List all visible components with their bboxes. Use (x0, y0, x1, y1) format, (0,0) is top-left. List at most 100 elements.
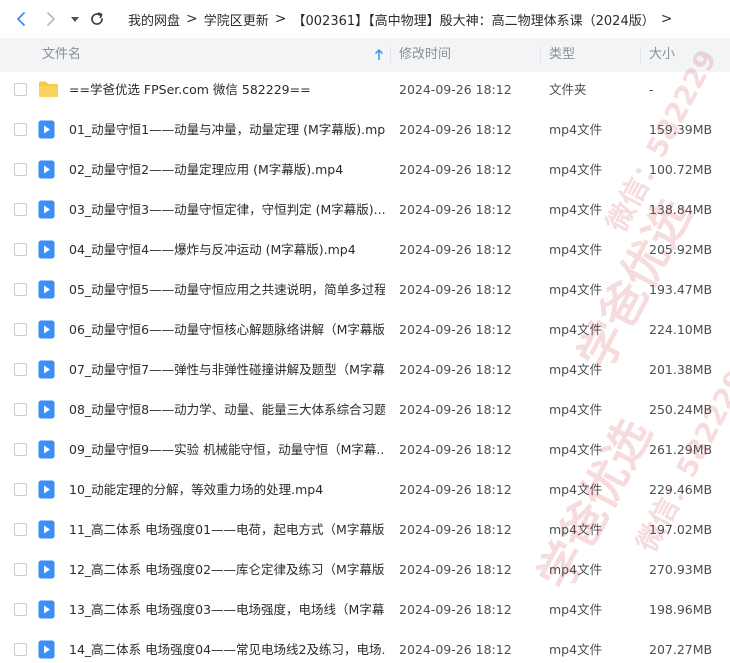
file-row[interactable]: 10_动能定理的分解，等效重力场的处理.mp4 2024-09-26 18:12 m… (0, 470, 730, 510)
file-size: 138.84MB (649, 202, 713, 217)
file-row[interactable]: 11_高二体系 电场强度01——电荷，起电方式（M字幕版... 2024-09-2… (0, 510, 730, 550)
column-header-type[interactable]: 类型 (549, 38, 575, 72)
file-name[interactable]: 09_动量守恒9——实验 机械能守恒，动量守恒（M字幕... (69, 430, 385, 470)
row-checkbox[interactable] (14, 363, 27, 376)
row-checkbox[interactable] (14, 123, 27, 136)
row-checkbox[interactable] (14, 563, 27, 576)
row-checkbox[interactable] (14, 643, 27, 656)
file-row[interactable]: 07_动量守恒7——弹性与非弹性碰撞讲解及题型（M字幕... 2024-09-26… (0, 350, 730, 390)
file-modified-time: 2024-09-26 18:12 (399, 562, 512, 577)
file-name[interactable]: 06_动量守恒6——动量守恒核心解题脉络讲解（M字幕版... (69, 310, 385, 350)
file-size: 201.38MB (649, 362, 713, 377)
column-header-name[interactable]: 文件名 (42, 38, 81, 72)
file-type: mp4文件 (549, 402, 603, 417)
file-row[interactable]: 02_动量守恒2——动量定理应用 (M字幕版).mp4 2024-09-26 18… (0, 150, 730, 190)
file-name[interactable]: 08_动量守恒8——动力学、动量、能量三大体系综合习题... (69, 390, 385, 430)
video-file-icon (38, 240, 55, 259)
file-row[interactable]: 06_动量守恒6——动量守恒核心解题脉络讲解（M字幕版... 2024-09-26… (0, 310, 730, 350)
video-file-icon (38, 560, 55, 579)
file-size: 193.47MB (649, 282, 713, 297)
file-type: mp4文件 (549, 242, 603, 257)
file-row[interactable]: ==学爸优选 FPSer.com 微信 582229== 2024-09-26 1… (0, 70, 730, 110)
row-checkbox[interactable] (14, 443, 27, 456)
row-checkbox[interactable] (14, 323, 27, 336)
file-modified-time: 2024-09-26 18:12 (399, 602, 512, 617)
file-row[interactable]: 09_动量守恒9——实验 机械能守恒，动量守恒（M字幕... 2024-09-26… (0, 430, 730, 470)
caret-down-icon (71, 17, 79, 22)
file-name[interactable]: 10_动能定理的分解，等效重力场的处理.mp4 (69, 470, 323, 510)
file-type: 文件夹 (549, 82, 587, 97)
file-row[interactable]: 13_高二体系 电场强度03——电场强度，电场线（M字幕... 2024-09-2… (0, 590, 730, 630)
file-row[interactable]: 12_高二体系 电场强度02——库仑定律及练习（M字幕版... 2024-09-2… (0, 550, 730, 590)
file-row[interactable]: 01_动量守恒1——动量与冲量，动量定理 (M字幕版).mp4 2024-09-2… (0, 110, 730, 150)
row-checkbox[interactable] (14, 483, 27, 496)
file-name[interactable]: 07_动量守恒7——弹性与非弹性碰撞讲解及题型（M字幕... (69, 350, 385, 390)
breadcrumb-separator: > (274, 11, 287, 27)
file-size: 207.27MB (649, 642, 713, 657)
file-type: mp4文件 (549, 442, 603, 457)
file-type: mp4文件 (549, 482, 603, 497)
file-icon (38, 400, 57, 419)
row-checkbox[interactable] (14, 283, 27, 296)
video-file-icon (38, 520, 55, 539)
file-type: mp4文件 (549, 202, 603, 217)
file-row[interactable]: 03_动量守恒3——动量守恒定律，守恒判定 (M字幕版).... 2024-09-… (0, 190, 730, 230)
file-name[interactable]: 03_动量守恒3——动量守恒定律，守恒判定 (M字幕版).... (69, 190, 385, 230)
row-checkbox[interactable] (14, 203, 27, 216)
file-name[interactable]: 02_动量守恒2——动量定理应用 (M字幕版).mp4 (69, 150, 343, 190)
video-file-icon (38, 600, 55, 619)
file-name[interactable]: 04_动量守恒4——爆炸与反冲运动 (M字幕版).mp4 (69, 230, 356, 270)
file-name[interactable]: 13_高二体系 电场强度03——电场强度，电场线（M字幕... (69, 590, 385, 630)
breadcrumb-item-my-drive[interactable]: 我的网盘 (128, 10, 180, 29)
column-divider[interactable] (540, 47, 541, 63)
file-size: 270.93MB (649, 562, 713, 577)
row-checkbox[interactable] (14, 403, 27, 416)
file-modified-time: 2024-09-26 18:12 (399, 522, 512, 537)
file-icon (38, 480, 57, 499)
forward-button[interactable] (40, 8, 62, 30)
column-divider[interactable] (390, 47, 391, 63)
file-icon (38, 440, 57, 459)
column-divider[interactable] (640, 47, 641, 63)
file-modified-time: 2024-09-26 18:12 (399, 282, 512, 297)
file-modified-time: 2024-09-26 18:12 (399, 122, 512, 137)
file-row[interactable]: 05_动量守恒5——动量守恒应用之共速说明，简单多过程... 2024-09-26… (0, 270, 730, 310)
file-name[interactable]: 05_动量守恒5——动量守恒应用之共速说明，简单多过程... (69, 270, 385, 310)
file-size: - (649, 82, 654, 97)
file-icon (38, 320, 57, 339)
file-icon (38, 160, 57, 179)
row-checkbox[interactable] (14, 523, 27, 536)
sort-ascending-icon[interactable] (374, 48, 384, 62)
file-row[interactable]: 08_动量守恒8——动力学、动量、能量三大体系综合习题... 2024-09-26… (0, 390, 730, 430)
breadcrumb: 我的网盘 > 学院区更新 > 【002361】【高中物理】殷大神：高二物理体系课… (128, 0, 678, 38)
video-file-icon (38, 640, 55, 659)
video-file-icon (38, 480, 55, 499)
file-type: mp4文件 (549, 322, 603, 337)
file-size: 229.46MB (649, 482, 713, 497)
back-button[interactable] (10, 8, 32, 30)
breadcrumb-item-academy[interactable]: 学院区更新 (204, 10, 269, 29)
video-file-icon (38, 120, 55, 139)
file-name[interactable]: 14_高二体系 电场强度04——常见电场线2及练习，电场... (69, 630, 385, 663)
column-header-size[interactable]: 大小 (649, 38, 675, 72)
file-type: mp4文件 (549, 362, 603, 377)
file-name[interactable]: 12_高二体系 电场强度02——库仑定律及练习（M字幕版... (69, 550, 385, 590)
breadcrumb-item-current-folder[interactable]: 【002361】【高中物理】殷大神：高二物理体系课（2024版） (293, 10, 655, 29)
file-name[interactable]: ==学爸优选 FPSer.com 微信 582229== (69, 70, 311, 110)
row-checkbox[interactable] (14, 163, 27, 176)
file-name[interactable]: 01_动量守恒1——动量与冲量，动量定理 (M字幕版).mp4 (69, 110, 385, 150)
column-header-modified[interactable]: 修改时间 (399, 38, 451, 72)
file-row[interactable]: 04_动量守恒4——爆炸与反冲运动 (M字幕版).mp4 2024-09-26 1… (0, 230, 730, 270)
video-file-icon (38, 400, 55, 419)
row-checkbox[interactable] (14, 603, 27, 616)
file-modified-time: 2024-09-26 18:12 (399, 642, 512, 657)
breadcrumb-separator: > (660, 11, 673, 27)
file-name[interactable]: 11_高二体系 电场强度01——电荷，起电方式（M字幕版... (69, 510, 385, 550)
history-dropdown-button[interactable] (64, 8, 86, 30)
refresh-button[interactable] (86, 8, 108, 30)
row-checkbox[interactable] (14, 83, 27, 96)
file-size: 198.96MB (649, 602, 713, 617)
row-checkbox[interactable] (14, 243, 27, 256)
file-size: 261.29MB (649, 442, 713, 457)
file-row[interactable]: 14_高二体系 电场强度04——常见电场线2及练习，电场... 2024-09-2… (0, 630, 730, 663)
